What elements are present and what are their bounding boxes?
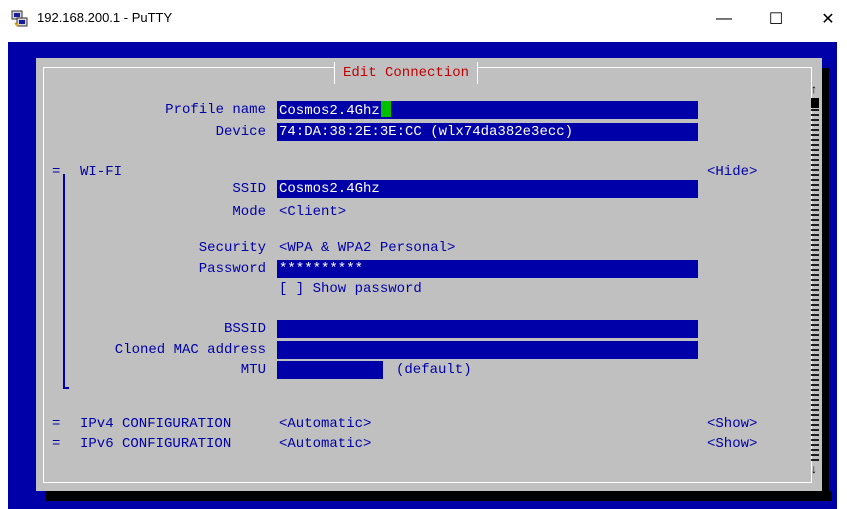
scroll-down-arrow-icon[interactable]: ↓ — [811, 462, 817, 476]
putty-icon — [11, 10, 28, 27]
wifi-hide-button[interactable]: <Hide> — [707, 163, 757, 181]
wifi-section-marker: = — [52, 164, 61, 180]
ipv6-config-label: IPv6 CONFIGURATION — [80, 436, 232, 452]
password-field[interactable]: ********** — [277, 260, 698, 278]
ssid-field[interactable]: Cosmos2.4Ghz — [277, 180, 698, 198]
ipv6-show-button[interactable]: <Show> — [707, 435, 757, 453]
profile-name-field[interactable]: Cosmos2.4Ghz — [277, 101, 698, 119]
mtu-default-hint: (default) — [396, 362, 472, 378]
mode-label: Mode — [232, 204, 266, 220]
mtu-field[interactable] — [277, 361, 383, 379]
close-button[interactable]: ✕ — [805, 0, 847, 38]
ipv4-config-label: IPv4 CONFIGURATION — [80, 416, 232, 432]
mtu-label: MTU — [240, 362, 266, 378]
cloned-mac-label: Cloned MAC address — [114, 342, 266, 358]
text-cursor — [380, 101, 391, 117]
dialog-shadow-right — [822, 68, 829, 501]
scroll-up-arrow-icon[interactable]: ↑ — [811, 82, 817, 96]
security-select[interactable]: <WPA & WPA2 Personal> — [279, 239, 455, 257]
wifi-section-bracket — [63, 174, 65, 389]
dialog-shadow-bottom — [46, 491, 832, 501]
maximize-icon: ☐ — [768, 11, 784, 28]
edit-connection-dialog: Edit Connection Profile name Cosmos2.4Gh… — [36, 58, 822, 491]
bssid-label: BSSID — [223, 321, 266, 337]
window-title-bar: 192.168.200.1 - PuTTY — ☐ ✕ — [0, 0, 847, 38]
wifi-bracket-end — [63, 387, 69, 389]
dialog-title: Edit Connection — [334, 62, 479, 84]
minimize-button[interactable]: — — [701, 0, 747, 38]
password-label: Password — [198, 261, 266, 277]
minimize-icon: — — [716, 10, 732, 27]
cloned-mac-field[interactable] — [277, 341, 698, 359]
ipv6-section-marker: = — [52, 436, 61, 452]
mode-select[interactable]: <Client> — [279, 203, 346, 221]
device-label: Device — [215, 124, 266, 140]
profile-name-label: Profile name — [165, 102, 266, 118]
bssid-field[interactable] — [277, 320, 698, 338]
close-icon: ✕ — [821, 11, 835, 28]
ipv4-method-select[interactable]: <Automatic> — [279, 415, 371, 433]
window-title: 192.168.200.1 - PuTTY — [37, 10, 173, 25]
security-label: Security — [198, 240, 266, 256]
ipv6-method-select[interactable]: <Automatic> — [279, 435, 371, 453]
device-field[interactable]: 74:DA:38:2E:3E:CC (wlx74da382e3ecc) — [277, 123, 698, 141]
ipv4-show-button[interactable]: <Show> — [707, 415, 757, 433]
ipv4-section-marker: = — [52, 416, 61, 432]
ssid-label: SSID — [232, 181, 266, 197]
wifi-section-header: WI-FI — [80, 164, 123, 180]
maximize-button[interactable]: ☐ — [753, 0, 799, 38]
show-password-checkbox[interactable]: [ ] Show password — [279, 280, 422, 298]
profile-name-value: Cosmos2.4Ghz — [279, 103, 380, 119]
scrollbar-track[interactable] — [811, 104, 819, 462]
terminal-window[interactable]: Edit Connection Profile name Cosmos2.4Gh… — [8, 42, 837, 509]
